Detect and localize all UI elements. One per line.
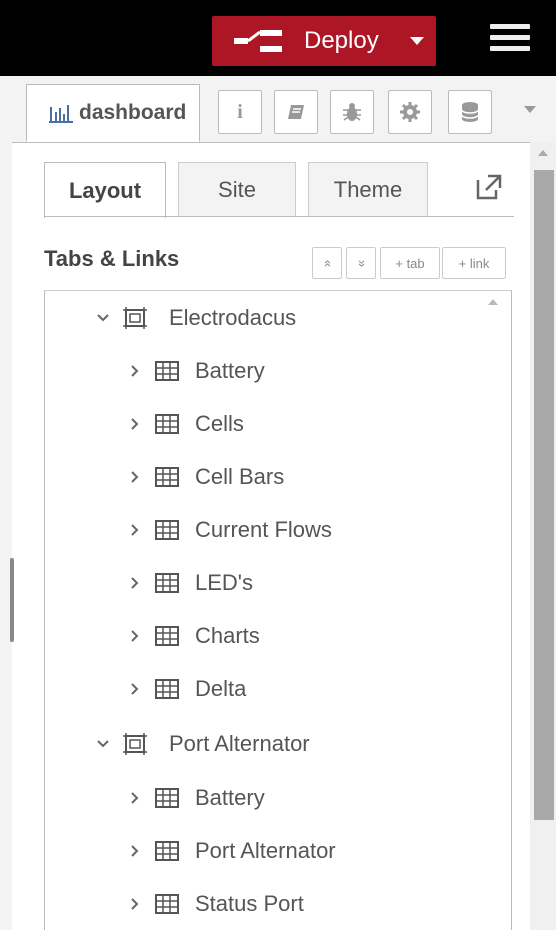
tree-group-item[interactable]: Current Flows <box>45 505 511 555</box>
bug-icon <box>343 103 361 121</box>
table-icon <box>155 414 179 434</box>
tree-group-item[interactable]: Charts <box>45 611 511 661</box>
add-tab-button[interactable]: + tab <box>380 247 440 279</box>
chevron-right-icon[interactable] <box>127 416 143 432</box>
tree-group-item[interactable]: Status Port <box>45 879 511 929</box>
chevron-right-icon[interactable] <box>127 896 143 912</box>
debug-tab-button[interactable] <box>330 90 374 134</box>
tree-group-item[interactable]: Cell Bars <box>45 452 511 502</box>
double-chevron-down-icon: « <box>353 259 369 267</box>
header-bar: Deploy <box>0 0 556 76</box>
book-icon <box>288 105 304 119</box>
tree-group-item[interactable]: LED's <box>45 558 511 608</box>
tree-group-item[interactable]: Delta <box>45 664 511 714</box>
tree-group-item[interactable]: Port Alternator <box>45 826 511 876</box>
table-icon <box>155 788 179 808</box>
info-icon: i <box>237 100 243 123</box>
tab-theme[interactable]: Theme <box>308 162 428 217</box>
chevron-right-icon[interactable] <box>127 522 143 538</box>
external-link-icon[interactable] <box>474 172 504 202</box>
chevron-down-icon[interactable] <box>95 736 111 752</box>
table-icon <box>155 467 179 487</box>
sidebar-tab-dashboard[interactable]: dashboard <box>26 84 200 142</box>
chevron-right-icon[interactable] <box>127 575 143 591</box>
tree-item-label: Current Flows <box>195 517 332 542</box>
tree-scroll-up-icon[interactable] <box>488 299 498 305</box>
tree-group-item[interactable]: Battery <box>45 773 511 823</box>
tree-item-label: Battery <box>195 358 265 383</box>
chevron-right-icon[interactable] <box>127 363 143 379</box>
tree-item-label: Cell Bars <box>195 464 285 489</box>
tree-item-label: LED's <box>195 570 253 595</box>
expand-all-button[interactable]: « <box>346 247 376 279</box>
tab-frame-icon <box>123 307 147 329</box>
deploy-button[interactable]: Deploy <box>212 16 436 66</box>
tree-item-label: Cells <box>195 411 244 436</box>
sidebar-scrollbar-thumb[interactable] <box>534 170 554 820</box>
chevron-right-icon[interactable] <box>127 469 143 485</box>
section-title: Tabs & Links <box>44 246 180 271</box>
table-icon <box>155 573 179 593</box>
tree-item-label: Battery <box>195 785 265 810</box>
deploy-icon <box>234 30 282 52</box>
sidebar-resize-handle[interactable] <box>10 558 14 642</box>
deploy-label: Deploy <box>304 27 379 54</box>
tree-item-label: Status Port <box>195 891 304 916</box>
table-icon <box>155 679 179 699</box>
sidebar-left-edge <box>0 76 12 930</box>
config-tab-button[interactable] <box>388 90 432 134</box>
tab-frame-icon <box>123 733 147 755</box>
info-tab-button[interactable]: i <box>218 90 262 134</box>
chevron-down-icon[interactable] <box>95 310 111 326</box>
main-menu-button[interactable] <box>490 24 530 56</box>
chevron-right-icon[interactable] <box>127 628 143 644</box>
tree-item-label: Charts <box>195 623 260 648</box>
table-icon <box>155 894 179 914</box>
chevron-right-icon[interactable] <box>127 843 143 859</box>
bar-chart-icon <box>49 105 73 123</box>
tabs-divider <box>44 216 514 217</box>
tab-layout[interactable]: Layout <box>44 162 166 218</box>
tree-item-label: Delta <box>195 676 247 701</box>
table-icon <box>155 520 179 540</box>
tree-tab-item[interactable]: Electrodacus <box>45 293 511 343</box>
tabs-tree-list: Electrodacus Battery Cells Cell Bars Current… <box>44 290 512 930</box>
tree-item-label: Electrodacus <box>169 305 297 330</box>
database-icon <box>461 102 479 122</box>
table-icon <box>155 626 179 646</box>
hamburger-icon <box>490 24 530 29</box>
tab-overflow-chevron-icon[interactable] <box>524 106 536 113</box>
table-icon <box>155 841 179 861</box>
context-tab-button[interactable] <box>448 90 492 134</box>
help-tab-button[interactable] <box>274 90 318 134</box>
tree-tab-item[interactable]: Port Alternator <box>45 719 511 769</box>
collapse-all-button[interactable]: » <box>312 247 342 279</box>
chevron-right-icon[interactable] <box>127 681 143 697</box>
hamburger-icon-line <box>490 35 530 40</box>
table-icon <box>155 361 179 381</box>
tree-item-label: Port Alternator <box>169 731 310 756</box>
chevron-down-icon[interactable] <box>410 37 424 45</box>
tab-site[interactable]: Site <box>178 162 296 217</box>
double-chevron-up-icon: » <box>319 259 335 267</box>
tree-group-item[interactable]: Cells <box>45 399 511 449</box>
chevron-right-icon[interactable] <box>127 790 143 806</box>
add-link-button[interactable]: + link <box>442 247 506 279</box>
tree-group-item[interactable]: Battery <box>45 346 511 396</box>
tree-item-label: Port Alternator <box>195 838 336 863</box>
hamburger-icon-line <box>490 46 530 51</box>
scroll-up-arrow-icon[interactable] <box>538 150 548 156</box>
sidebar-tab-label: dashboard <box>79 101 187 124</box>
gear-icon <box>400 102 420 122</box>
